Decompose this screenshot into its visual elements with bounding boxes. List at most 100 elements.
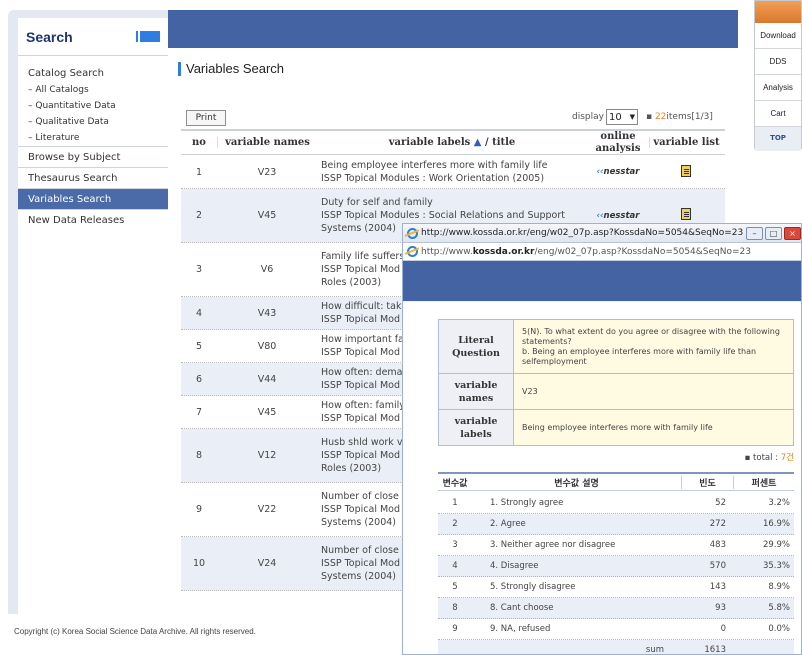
freq-description: 9. NA, refused [490,624,551,634]
window-controls: – □ × [744,227,801,240]
variable-label-line: Being employee interferes more with fami… [321,160,548,171]
sidebar-item-qualitative-data[interactable]: – Qualitative Data [18,114,168,130]
freq-value: 8 [452,603,458,613]
variable-name[interactable]: V43 [217,308,317,319]
browser-icon [407,246,418,257]
header-bar [168,10,738,48]
frequency-row: 3 3. Neither agree nor disagree 483 29.9% [438,535,794,556]
sidebar-item-quantitative-data[interactable]: – Quantitative Data [18,98,168,114]
nesstar-link[interactable]: ‹‹nesstar [597,211,640,221]
freq-value: 1 [452,498,458,508]
freq-description: 5. Strongly disagree [490,582,576,592]
row-number: 8 [195,450,203,461]
sidebar-menu: Catalog Search – All Catalogs – Quantitati… [18,56,168,230]
freq-value: 4 [452,561,458,571]
frequency-row: 2 2. Agree 272 16.9% [438,514,794,535]
freq-count: 272 [709,519,726,529]
variable-name[interactable]: V24 [217,558,317,569]
sidebar-item-literature[interactable]: – Literature [18,130,168,146]
variable-list-cell [649,164,723,180]
freq-description: 8. Cant choose [490,603,554,613]
quick-menu-dds[interactable]: DDS [755,49,801,75]
row-number: 6 [195,373,203,385]
title-label: / title [484,137,516,148]
display-value: 10 [608,111,622,123]
freq-percent: 0.0% [768,624,790,634]
display-select[interactable]: 10 ▼ [605,109,638,125]
quick-menu-analysis[interactable]: Analysis [755,75,801,101]
items-count-number: 22 [654,112,667,122]
quick-menu-items: Download DDS Analysis Cart [755,23,801,127]
freq-percent: 5.8% [768,603,790,613]
online-analysis-cell: ‹‹nesstar [587,167,649,177]
sidebar-header: Search [18,18,168,56]
sidebar: Search Catalog Search – All Catalogs – Qua… [18,18,168,614]
browser-icon [407,227,418,239]
popup-address-bar[interactable]: http://www. kossda.or.kr/eng/w02_07p.asp?… [403,243,801,261]
url-suffix: /eng/w02_07p.asp?KossdaNo=5054&SeqNo=23 [534,246,751,257]
maximize-icon[interactable]: □ [765,227,782,240]
page-title: Variables Search [178,62,284,76]
popup-titlebar[interactable]: http://www.kossda.or.kr/eng/w02_07p.asp?… [403,224,801,243]
variable-name[interactable]: V22 [217,504,317,515]
sidebar-item-all-catalogs[interactable]: – All Catalogs [18,82,168,98]
freq-description: 2. Agree [490,519,526,529]
items-count-suffix: items[1/3] [666,112,713,122]
row-number: 3 [195,264,203,275]
document-icon[interactable] [681,208,691,220]
nesstar-link[interactable]: ‹‹nesstar [597,167,640,177]
sidebar-item-browse-by-subject[interactable]: Browse by Subject [18,146,168,167]
sort-arrow-icon[interactable]: ▲ [474,137,482,148]
row-number: 2 [195,210,203,221]
column-header-variable-names[interactable]: variable names [217,137,317,148]
variable-name[interactable]: V12 [217,450,317,461]
left-panel: Search Catalog Search – All Catalogs – Qua… [8,10,168,614]
variable-names-label: variable names [438,373,514,410]
frequency-row: 5 5. Strongly disagree 143 8.9% [438,577,794,598]
items-count: ▪ 22items[1/3] [645,112,713,122]
variable-name[interactable]: V80 [217,341,317,352]
flag-icon [136,31,160,42]
row-number: 7 [195,406,203,418]
frequency-row: 9 9. NA, refused 0 0.0% [438,619,794,640]
sidebar-item-variables-search[interactable]: Variables Search [18,188,168,209]
sum-label: sum [645,645,664,655]
close-icon[interactable]: × [784,227,801,240]
sum-value: 1613 [704,645,726,655]
document-icon[interactable] [681,164,691,177]
variable-name[interactable]: V23 [217,167,317,178]
variable-name[interactable]: V45 [217,407,317,418]
quick-menu-header [755,1,801,23]
variable-labels-label: variable labels [388,137,471,148]
freq-description: 3. Neither agree nor disagree [490,540,616,550]
variable-label[interactable]: Being employee interferes more with fami… [317,159,587,185]
sidebar-item-thesaurus-search[interactable]: Thesaurus Search [18,167,168,188]
quick-menu: Download DDS Analysis Cart TOP [754,0,802,151]
sum-row: sum 1613 [438,640,794,655]
variable-name[interactable]: V6 [217,264,317,275]
quick-menu-cart[interactable]: Cart [755,101,801,127]
sidebar-item-new-data-releases[interactable]: New Data Releases [18,209,168,230]
minimize-icon[interactable]: – [746,227,763,240]
freq-percent: 29.9% [762,540,790,550]
top-button[interactable]: TOP [755,127,801,151]
variable-name[interactable]: V45 [217,210,317,221]
nesstar-logo-icon: ‹‹ [596,167,604,177]
sidebar-item-catalog-search[interactable]: Catalog Search [18,66,168,82]
variable-labels-value: Being employee interferes more with fami… [513,409,794,446]
popup-header-band [403,261,801,301]
print-button[interactable]: Print [186,110,226,126]
freq-count: 483 [709,540,726,550]
freq-description: 1. Strongly agree [490,498,564,508]
literal-question-label: Literal Question [438,319,514,374]
variable-name[interactable]: V44 [217,374,317,385]
frequency-table-body: 1 1. Strongly agree 52 3.2% 2 2. Agree 272 16.9… [438,493,794,655]
nesstar-logo-icon: ‹‹ [596,210,604,221]
freq-percent: 35.3% [762,561,790,571]
quick-menu-download[interactable]: Download [755,23,801,49]
freq-count: 52 [715,498,726,508]
chevron-down-icon: ▼ [629,113,635,121]
freq-count: 0 [720,624,726,634]
freq-value: 9 [452,624,458,634]
column-header-variable-labels[interactable]: variable labels ▲ / title [317,137,587,148]
